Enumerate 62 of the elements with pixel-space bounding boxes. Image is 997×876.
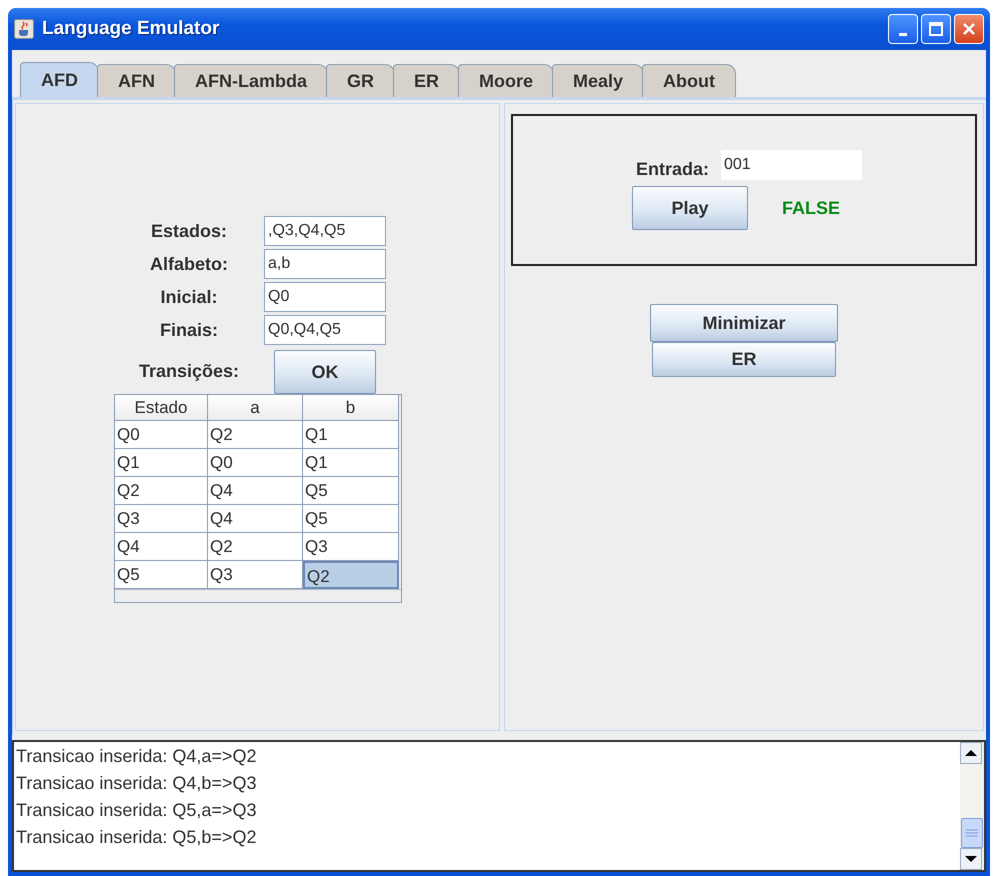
tab[interactable]: AFD: [20, 62, 99, 97]
minimize-icon: [899, 32, 907, 36]
field-label: Inicial:: [159, 286, 218, 308]
table-cell[interactable]: Q2: [303, 561, 399, 589]
window-title: Language Emulator: [42, 18, 220, 40]
tab[interactable]: AFN-Lambda: [174, 64, 328, 97]
field-label: Finais:: [158, 320, 219, 340]
table-cell[interactable]: Q1: [115, 449, 208, 477]
tab[interactable]: Mealy: [552, 64, 644, 97]
column-header: Estado: [115, 395, 208, 421]
log-line: Transicao inserida: Q4,a=>Q2: [16, 745, 258, 768]
tab[interactable]: AFN: [97, 64, 176, 97]
close-icon: [962, 22, 976, 36]
scroll-down-icon[interactable]: [960, 848, 982, 870]
tab[interactable]: About: [642, 64, 736, 97]
ok-button[interactable]: OK: [274, 350, 376, 394]
grip-icon: [966, 829, 978, 837]
table-cell[interactable]: Q5: [303, 505, 399, 533]
field-label: Estados:: [150, 220, 228, 242]
tab[interactable]: Moore: [458, 64, 554, 97]
table-cell[interactable]: Q5: [303, 477, 399, 505]
tab[interactable]: ER: [393, 64, 460, 97]
table-cell[interactable]: Q5: [115, 561, 208, 589]
input-label: Entrada:: [636, 159, 709, 180]
log-line: Transicao inserida: Q5,a=>Q3: [16, 799, 258, 822]
maximize-icon: [929, 22, 943, 36]
column-header: b: [303, 395, 399, 421]
result-text: FALSE: [782, 198, 840, 218]
input-field[interactable]: Q0,Q4,Q5: [264, 315, 386, 345]
tab[interactable]: GR: [326, 64, 395, 97]
table-cell[interactable]: Q3: [115, 505, 208, 533]
transitions-label: Transições:: [138, 360, 240, 382]
scroll-up-icon[interactable]: [960, 742, 982, 764]
input-field[interactable]: a,b: [264, 249, 386, 279]
input-field[interactable]: Q0: [264, 282, 386, 312]
table-cell[interactable]: Q2: [115, 477, 208, 505]
action-button[interactable]: Minimizar: [650, 304, 838, 342]
minimize-button[interactable]: [888, 14, 918, 44]
scroll-thumb[interactable]: [961, 818, 983, 848]
input-field[interactable]: 001: [721, 150, 862, 180]
table-cell[interactable]: Q0: [208, 449, 303, 477]
action-button[interactable]: ER: [652, 342, 836, 377]
field-label: Alfabeto:: [149, 254, 229, 274]
table-cell[interactable]: Q2: [208, 421, 303, 449]
input-field[interactable]: ,Q3,Q4,Q5: [264, 216, 386, 246]
table-cell[interactable]: Q2: [208, 533, 303, 561]
table-cell[interactable]: Q1: [303, 449, 399, 477]
vertical-scrollbar[interactable]: [960, 742, 984, 870]
close-button[interactable]: [954, 14, 984, 44]
table-cell[interactable]: Q4: [115, 533, 208, 561]
log-line: Transicao inserida: Q4,b=>Q3: [16, 772, 258, 795]
column-header: a: [208, 395, 303, 421]
log-line: Transicao inserida: Q5,b=>Q2: [16, 826, 258, 849]
table-cell[interactable]: Q1: [303, 421, 399, 449]
table-cell[interactable]: Q0: [115, 421, 208, 449]
table-cell[interactable]: Q4: [208, 505, 303, 533]
table-cell[interactable]: Q3: [208, 561, 303, 589]
table-cell[interactable]: Q3: [303, 533, 399, 561]
cup-icon: [14, 19, 34, 39]
play-button[interactable]: Play: [632, 186, 748, 230]
maximize-button[interactable]: [921, 14, 951, 44]
table-cell[interactable]: Q4: [208, 477, 303, 505]
